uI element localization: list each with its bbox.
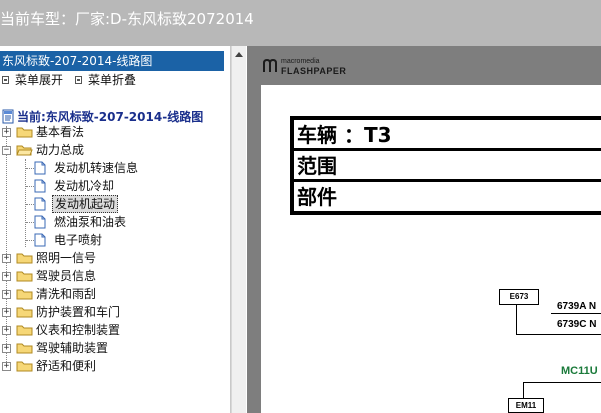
page-icon [34, 197, 46, 211]
logo-line-2: FLASHPAPER [281, 66, 347, 76]
scope-row: 范围 [294, 151, 601, 182]
title-text: 当前车型：厂家:D-东风标致2072014 [0, 10, 254, 28]
folder-icon [16, 361, 33, 372]
module-mc11u: MC11U [561, 365, 598, 377]
tree-node-label: 舒适和便利 [36, 359, 97, 373]
document-page: 车辆 ：T3 范围 部件 E673 6739A N 6739C N MC11U … [261, 85, 601, 413]
document-icon [2, 109, 14, 124]
logo-line-1: macromedia [281, 58, 320, 65]
flashpaper-viewer: macromedia FLASHPAPER 车辆 ：T3 范围 部件 E673 … [247, 46, 601, 413]
scroll-up-arrow-icon[interactable] [235, 52, 243, 57]
sidebar: 东风标致-207-2014-线路图 菜单展开 菜单折叠 当前:东风标致-207-… [0, 46, 231, 413]
folder-icon [16, 271, 33, 282]
tree-node-label: 动力总成 [36, 143, 85, 157]
expand-toggle-icon[interactable]: + [2, 128, 11, 137]
expand-toggle-icon[interactable]: + [2, 344, 11, 353]
component-row: 部件 [297, 185, 337, 209]
tree-node-label: 仪表和控制装置 [36, 323, 121, 337]
page-icon [34, 179, 46, 193]
tree-node-label: 基本看法 [36, 125, 85, 139]
connector-e673: E673 [499, 289, 539, 305]
vehicle-row: 车辆 ：T3 [294, 120, 601, 151]
tree-leaf-label: 发动机起动 [52, 195, 119, 213]
flashpaper-logo-icon [263, 59, 277, 72]
document-title[interactable]: 东风标致-207-2014-线路图 [0, 51, 224, 71]
tree-root[interactable]: 当前:东风标致-207-2014-线路图 [2, 106, 204, 124]
folder-icon [16, 325, 33, 336]
expand-toggle-icon[interactable]: + [2, 362, 11, 371]
collapse-icon [75, 76, 82, 84]
pin-6739c: 6739C N [557, 319, 597, 330]
folder-icon [16, 343, 33, 354]
tree-node-label: 清洗和雨刮 [36, 287, 97, 301]
tree-node-label: 驾驶辅助装置 [36, 341, 109, 355]
expand-all-button[interactable]: 菜单展开 [2, 72, 63, 88]
expand-toggle-icon[interactable]: + [2, 254, 11, 263]
expand-toggle-icon[interactable]: + [2, 290, 11, 299]
expand-toggle-icon[interactable]: + [2, 272, 11, 281]
tree-leaf-label: 发动机冷却 [54, 179, 115, 193]
tree-root-label: 当前:东风标致-207-2014-线路图 [17, 110, 204, 124]
collapse-toggle-icon[interactable]: − [2, 146, 11, 155]
expand-icon [2, 76, 9, 84]
folder-icon [16, 127, 33, 138]
connector-em11: EM11 [508, 398, 544, 413]
folder-icon [16, 253, 33, 264]
tree-node-label: 照明一信号 [36, 251, 97, 265]
expand-label: 菜单展开 [15, 73, 64, 87]
tree-leaf-label: 发动机转速信息 [54, 161, 139, 175]
title-bar: 当前车型：厂家:D-东风标致2072014 [0, 0, 601, 46]
collapse-label: 菜单折叠 [88, 73, 137, 87]
pin-6739a: 6739A N [557, 301, 597, 312]
sidebar-scrollbar[interactable] [231, 46, 246, 413]
page-icon [34, 215, 46, 229]
info-table: 车辆 ：T3 范围 部件 [290, 116, 601, 215]
page-icon [34, 161, 46, 175]
tree-leaf-label: 电子喷射 [54, 233, 103, 247]
folder-icon [16, 307, 33, 318]
expand-toggle-icon[interactable]: + [2, 308, 11, 317]
tree-node-label: 驾驶员信息 [36, 269, 97, 283]
folder-icon [16, 289, 33, 300]
collapse-all-button[interactable]: 菜单折叠 [75, 72, 136, 88]
expand-toggle-icon[interactable]: + [2, 326, 11, 335]
tree-leaf-label: 燃油泵和油表 [54, 215, 127, 229]
page-icon [34, 233, 46, 247]
folder-open-icon [16, 145, 33, 156]
tree-node-label: 防护装置和车门 [36, 305, 121, 319]
